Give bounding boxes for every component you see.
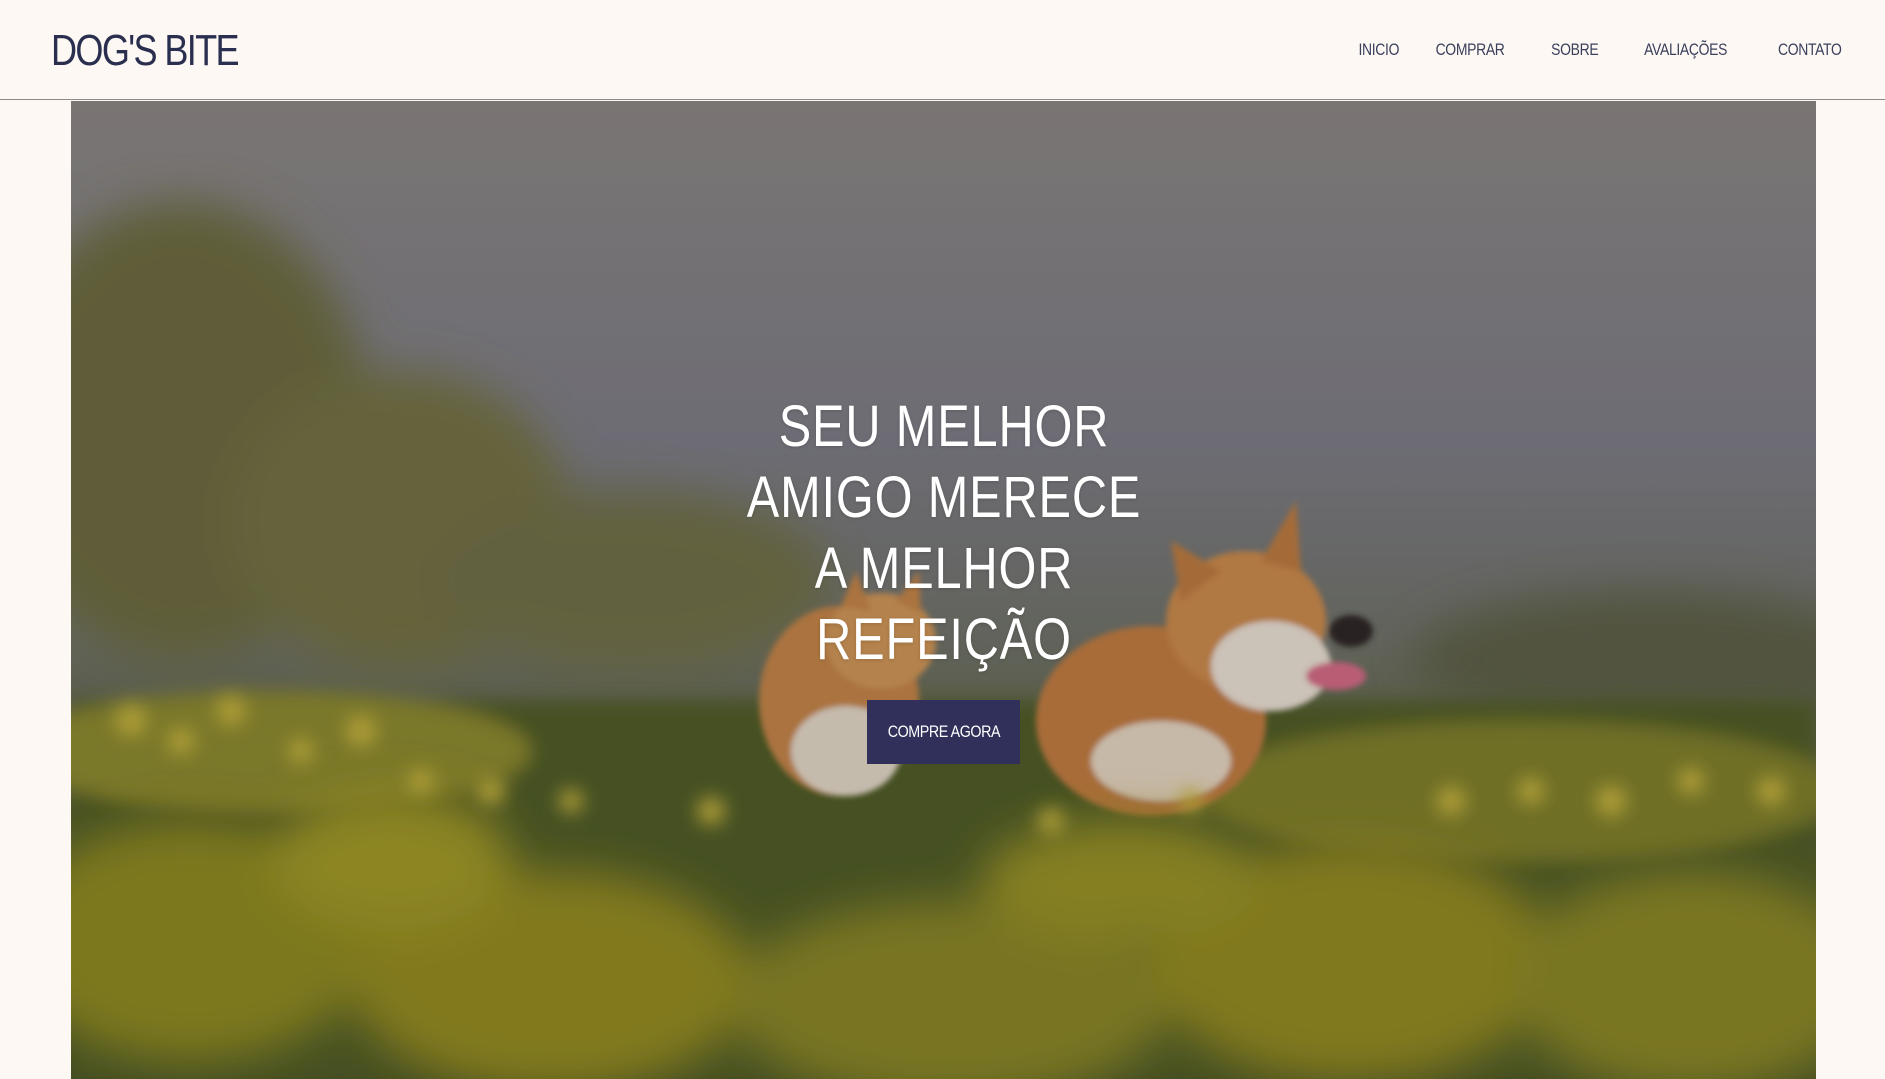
main-nav: INICIO COMPRAR SOBRE AVALIAÇÕES CONTATO [1354,40,1848,60]
site-header: DOG'S BITE INICIO COMPRAR SOBRE AVALIAÇÕ… [0,0,1885,100]
nav-link-comprar[interactable]: COMPRAR [1435,40,1504,60]
hero-section: SEU MELHOR AMIGO MERECE A MELHOR REFEIÇÃ… [71,101,1816,1079]
nav-link-avaliacoes[interactable]: AVALIAÇÕES [1644,40,1727,60]
hero-title: SEU MELHOR AMIGO MERECE A MELHOR REFEIÇÃ… [746,394,1141,672]
buy-now-button-label: COMPRE AGORA [887,722,1000,741]
nav-link-sobre[interactable]: SOBRE [1551,40,1599,60]
nav-link-contato[interactable]: CONTATO [1777,40,1841,60]
nav-link-inicio[interactable]: INICIO [1359,40,1400,60]
hero-content: SEU MELHOR AMIGO MERECE A MELHOR REFEIÇÃ… [71,391,1816,764]
buy-now-button[interactable]: COMPRE AGORA [867,700,1020,764]
site-logo[interactable]: DOG'S BITE [51,26,240,76]
